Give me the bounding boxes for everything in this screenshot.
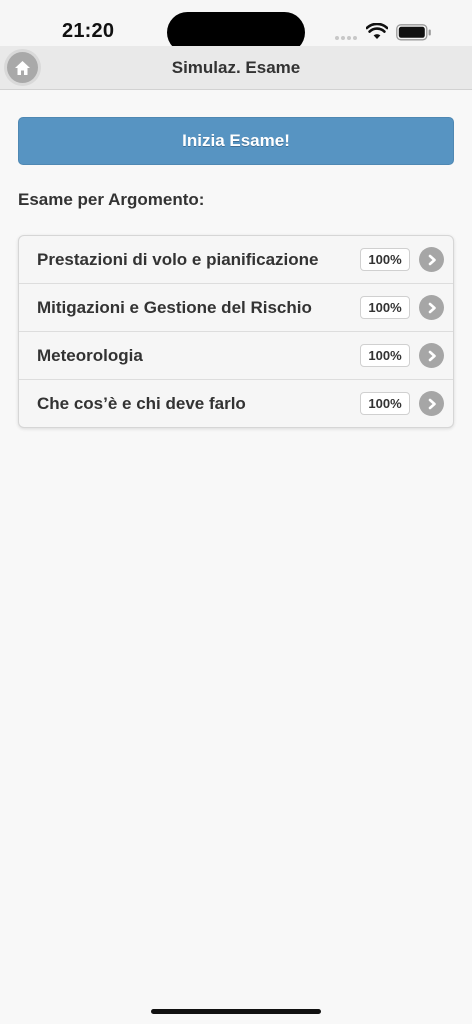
topic-item-prestazioni[interactable]: Prestazioni di volo e pianificazione 100… bbox=[19, 236, 453, 284]
topic-item-mitigazioni[interactable]: Mitigazioni e Gestione del Rischio 100% bbox=[19, 284, 453, 332]
topic-label: Prestazioni di volo e pianificazione bbox=[37, 250, 319, 269]
topic-item-meteorologia[interactable]: Meteorologia 100% bbox=[19, 332, 453, 380]
status-bar: 21:20 bbox=[0, 0, 472, 53]
header-bar: Simulaz. Esame bbox=[0, 46, 472, 90]
topic-item-che-cose[interactable]: Che cos’è e chi deve farlo 100% bbox=[19, 380, 453, 427]
section-label: Esame per Argomento: bbox=[18, 190, 205, 209]
cellular-signal-icon bbox=[335, 36, 359, 40]
percentage-badge: 100% bbox=[360, 392, 410, 415]
home-button[interactable] bbox=[7, 52, 38, 83]
chevron-right-icon bbox=[419, 391, 444, 416]
percentage-badge: 100% bbox=[360, 296, 410, 319]
chevron-right-icon bbox=[419, 343, 444, 368]
topic-label: Meteorologia bbox=[37, 346, 143, 365]
wifi-icon bbox=[366, 23, 388, 39]
start-exam-button[interactable]: Inizia Esame! bbox=[18, 117, 454, 165]
topic-label: Mitigazioni e Gestione del Rischio bbox=[37, 298, 312, 317]
battery-icon bbox=[396, 24, 431, 41]
home-icon bbox=[15, 60, 30, 75]
percentage-badge: 100% bbox=[360, 248, 410, 271]
chevron-right-icon bbox=[419, 295, 444, 320]
home-indicator[interactable] bbox=[151, 1009, 321, 1014]
page-title: Simulaz. Esame bbox=[171, 58, 301, 77]
status-time: 21:20 bbox=[62, 20, 115, 42]
percentage-badge: 100% bbox=[360, 344, 410, 367]
topic-list: Prestazioni di volo e pianificazione 100… bbox=[18, 235, 454, 428]
chevron-right-icon bbox=[419, 247, 444, 272]
topic-label: Che cos’è e chi deve farlo bbox=[37, 394, 246, 413]
